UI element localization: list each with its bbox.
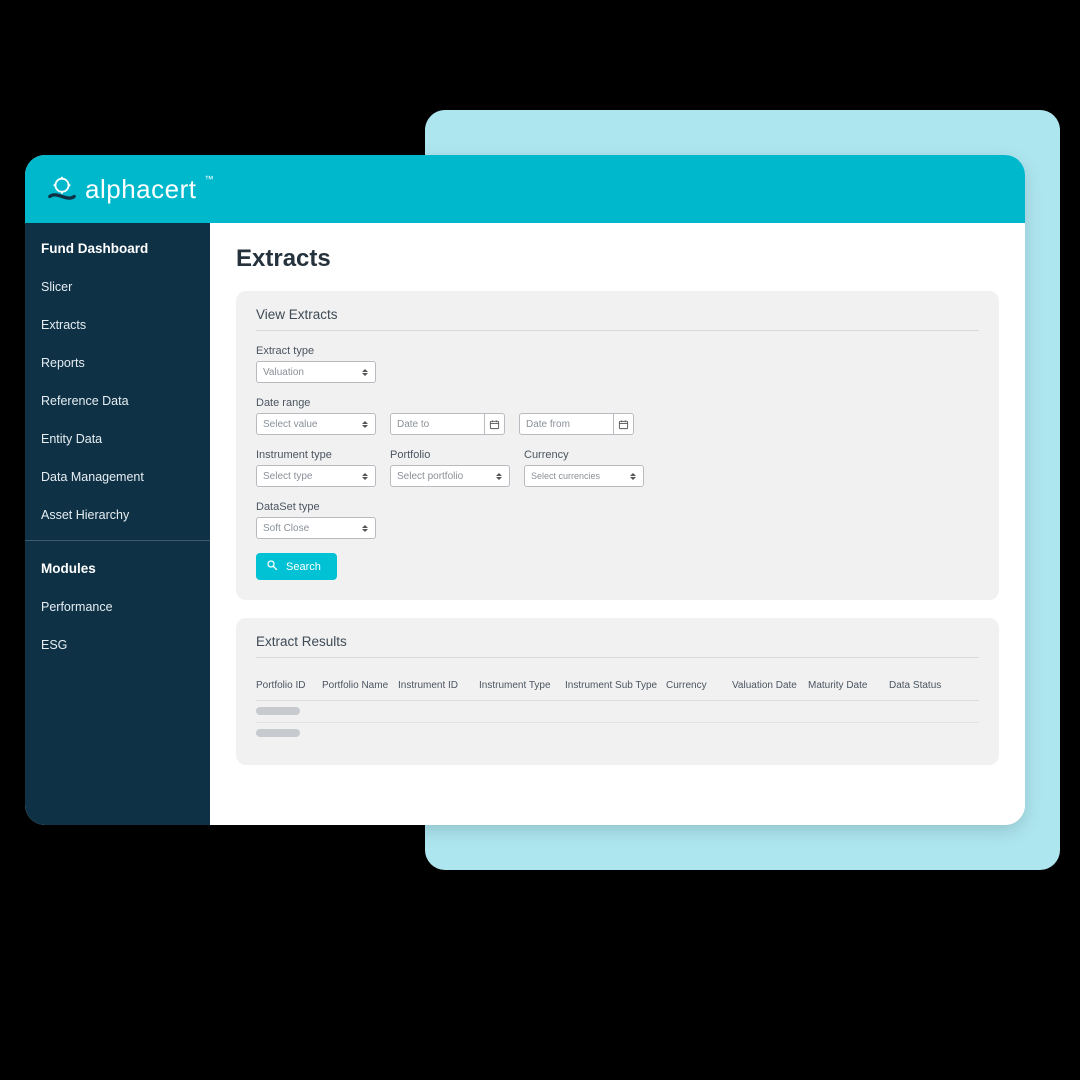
col-valuation-date: Valuation Date xyxy=(732,680,802,692)
currency-select[interactable]: Select currencies xyxy=(524,465,644,487)
date-from-placeholder: Date from xyxy=(520,414,613,434)
topbar: alphacert ™ xyxy=(25,155,1025,223)
app-window: alphacert ™ Fund Dashboard Slicer Extrac… xyxy=(25,155,1025,825)
col-currency: Currency xyxy=(666,680,726,692)
select-arrow-icon xyxy=(495,470,503,482)
sidebar-section-fund-dashboard[interactable]: Fund Dashboard xyxy=(25,223,210,268)
sidebar-item-extracts[interactable]: Extracts xyxy=(25,306,210,344)
sidebar-item-reference-data[interactable]: Reference Data xyxy=(25,382,210,420)
extract-type-value: Valuation xyxy=(263,367,304,378)
portfolio-label: Portfolio xyxy=(390,449,510,461)
select-arrow-icon xyxy=(629,470,637,482)
view-extracts-card-title: View Extracts xyxy=(256,307,979,331)
sidebar-item-performance[interactable]: Performance xyxy=(25,588,210,626)
col-instrument-type: Instrument Type xyxy=(479,680,559,692)
date-range-select-value: Select value xyxy=(263,419,317,430)
select-arrow-icon xyxy=(361,522,369,534)
col-instrument-id: Instrument ID xyxy=(398,680,473,692)
col-portfolio-name: Portfolio Name xyxy=(322,680,392,692)
sidebar-item-asset-hierarchy[interactable]: Asset Hierarchy xyxy=(25,496,210,534)
date-to-placeholder: Date to xyxy=(391,414,484,434)
results-table-header: Portfolio ID Portfolio Name Instrument I… xyxy=(256,672,979,701)
date-range-label: Date range xyxy=(256,397,376,409)
extract-type-label: Extract type xyxy=(256,345,376,357)
extract-results-card-title: Extract Results xyxy=(256,634,979,658)
instrument-type-label: Instrument type xyxy=(256,449,376,461)
search-button[interactable]: Search xyxy=(256,553,337,580)
table-row xyxy=(256,701,979,723)
sidebar: Fund Dashboard Slicer Extracts Reports R… xyxy=(25,223,210,825)
instrument-type-select[interactable]: Select type xyxy=(256,465,376,487)
instrument-type-value: Select type xyxy=(263,471,312,482)
sidebar-divider xyxy=(25,540,210,541)
search-icon xyxy=(266,559,278,574)
brand-logo-icon xyxy=(47,174,77,204)
sidebar-item-slicer[interactable]: Slicer xyxy=(25,268,210,306)
dataset-type-select[interactable]: Soft Close xyxy=(256,517,376,539)
col-portfolio-id: Portfolio ID xyxy=(256,680,316,692)
skeleton-placeholder xyxy=(256,729,300,737)
date-from-input[interactable]: Date from xyxy=(519,413,634,435)
calendar-icon xyxy=(484,414,504,434)
date-to-input[interactable]: Date to xyxy=(390,413,505,435)
select-arrow-icon xyxy=(361,366,369,378)
brand: alphacert ™ xyxy=(47,174,214,205)
portfolio-value: Select portfolio xyxy=(397,471,463,482)
date-range-select[interactable]: Select value xyxy=(256,413,376,435)
extract-type-select[interactable]: Valuation xyxy=(256,361,376,383)
dataset-type-value: Soft Close xyxy=(263,523,309,534)
calendar-icon xyxy=(613,414,633,434)
brand-name: alphacert xyxy=(85,174,196,205)
select-arrow-icon xyxy=(361,470,369,482)
portfolio-select[interactable]: Select portfolio xyxy=(390,465,510,487)
page-title: Extracts xyxy=(236,245,999,273)
search-button-label: Search xyxy=(286,561,321,573)
extract-results-card: Extract Results Portfolio ID Portfolio N… xyxy=(236,618,999,765)
sidebar-item-entity-data[interactable]: Entity Data xyxy=(25,420,210,458)
sidebar-item-reports[interactable]: Reports xyxy=(25,344,210,382)
col-data-status: Data Status xyxy=(889,680,964,692)
select-arrow-icon xyxy=(361,418,369,430)
currency-label: Currency xyxy=(524,449,644,461)
main-content: Extracts View Extracts Extract type Valu… xyxy=(210,223,1025,825)
sidebar-item-data-management[interactable]: Data Management xyxy=(25,458,210,496)
col-maturity-date: Maturity Date xyxy=(808,680,883,692)
view-extracts-card: View Extracts Extract type Valuation xyxy=(236,291,999,600)
brand-tm: ™ xyxy=(204,174,214,184)
table-row xyxy=(256,723,979,745)
sidebar-item-esg[interactable]: ESG xyxy=(25,626,210,664)
sidebar-section-modules[interactable]: Modules xyxy=(25,543,210,588)
currency-value: Select currencies xyxy=(531,472,600,481)
skeleton-placeholder xyxy=(256,707,300,715)
col-instrument-sub-type: Instrument Sub Type xyxy=(565,680,660,692)
dataset-type-label: DataSet type xyxy=(256,501,376,513)
